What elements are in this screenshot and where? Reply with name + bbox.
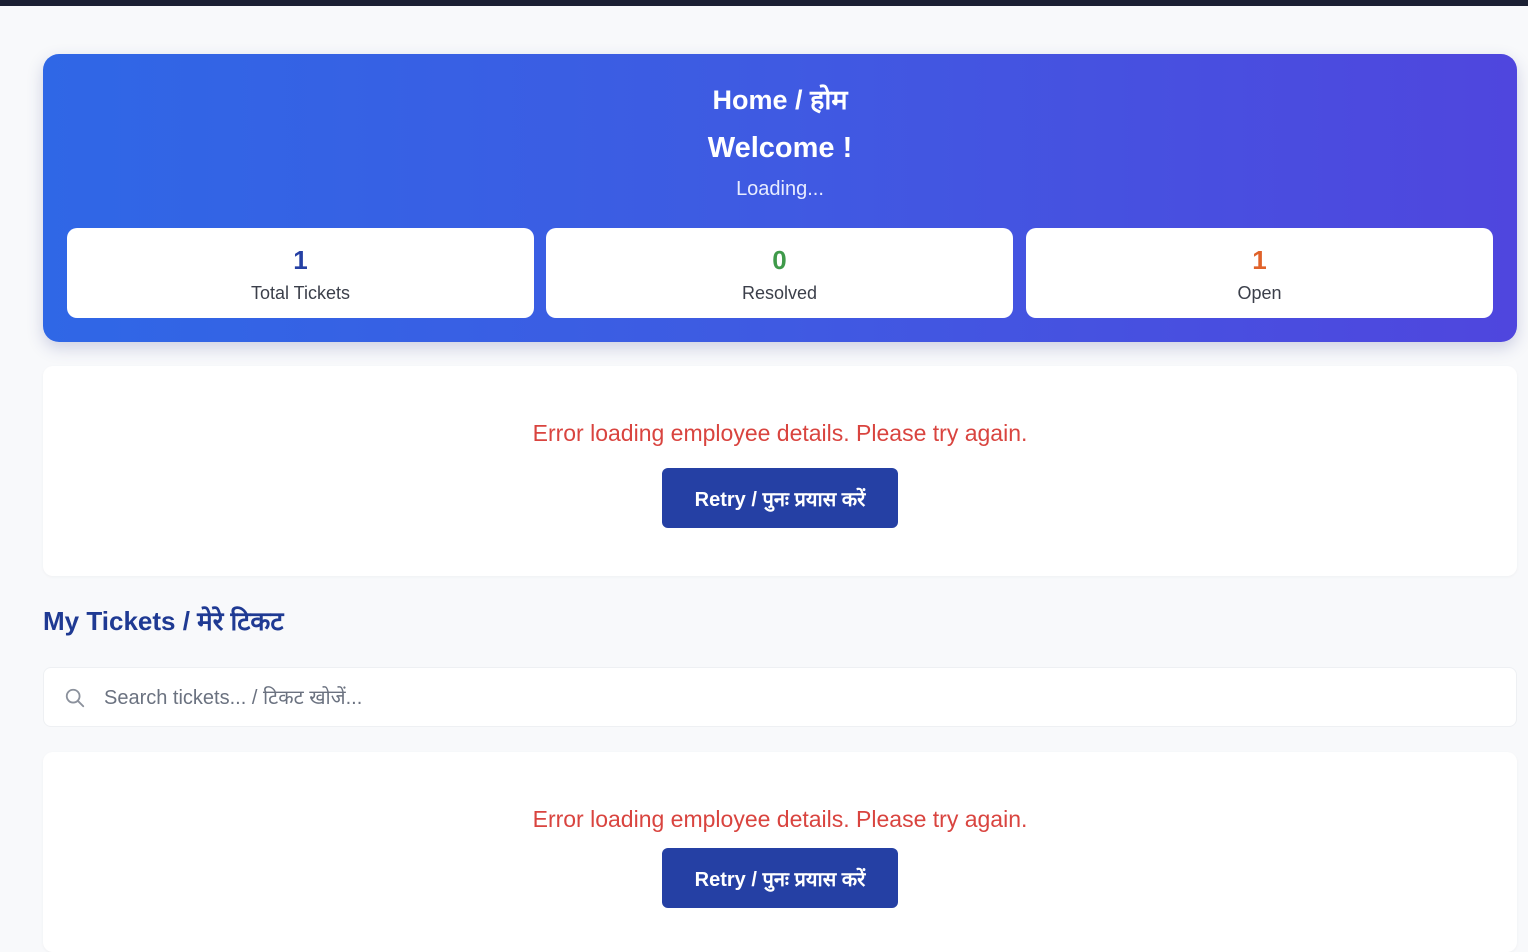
- stat-card-total-tickets: 1 Total Tickets: [67, 228, 534, 318]
- stat-value: 0: [772, 245, 787, 275]
- welcome-banner: Home / होम Welcome ! Loading... 1 Total …: [43, 54, 1517, 342]
- stat-label: Open: [1237, 283, 1282, 303]
- tickets-panel: Error loading employee details. Please t…: [43, 752, 1517, 952]
- stat-label: Total Tickets: [250, 283, 351, 303]
- stat-card-open: 1 Open: [1026, 228, 1493, 318]
- stat-label: Resolved: [741, 283, 818, 303]
- stat-card-resolved: 0 Resolved: [546, 228, 1013, 318]
- section-title-my-tickets: My Tickets / मेरे टिकट: [43, 606, 284, 636]
- loading-status: Loading...: [736, 178, 824, 200]
- stat-value: 1: [293, 245, 308, 275]
- retry-button[interactable]: Retry / पुनः प्रयास करें: [662, 468, 898, 528]
- error-message: Error loading employee details. Please t…: [532, 420, 1028, 446]
- search-icon: [65, 688, 85, 708]
- employee-details-panel: Error loading employee details. Please t…: [43, 366, 1517, 576]
- search-input[interactable]: [102, 676, 1492, 720]
- error-message: Error loading employee details. Please t…: [532, 806, 1028, 832]
- breadcrumb: Home / होम: [712, 85, 848, 115]
- top-bar: [0, 0, 1528, 6]
- ticket-search-box[interactable]: [43, 667, 1517, 727]
- retry-button[interactable]: Retry / पुनः प्रयास करें: [662, 848, 898, 908]
- stat-value: 1: [1252, 245, 1267, 275]
- page-title: Welcome !: [707, 132, 853, 164]
